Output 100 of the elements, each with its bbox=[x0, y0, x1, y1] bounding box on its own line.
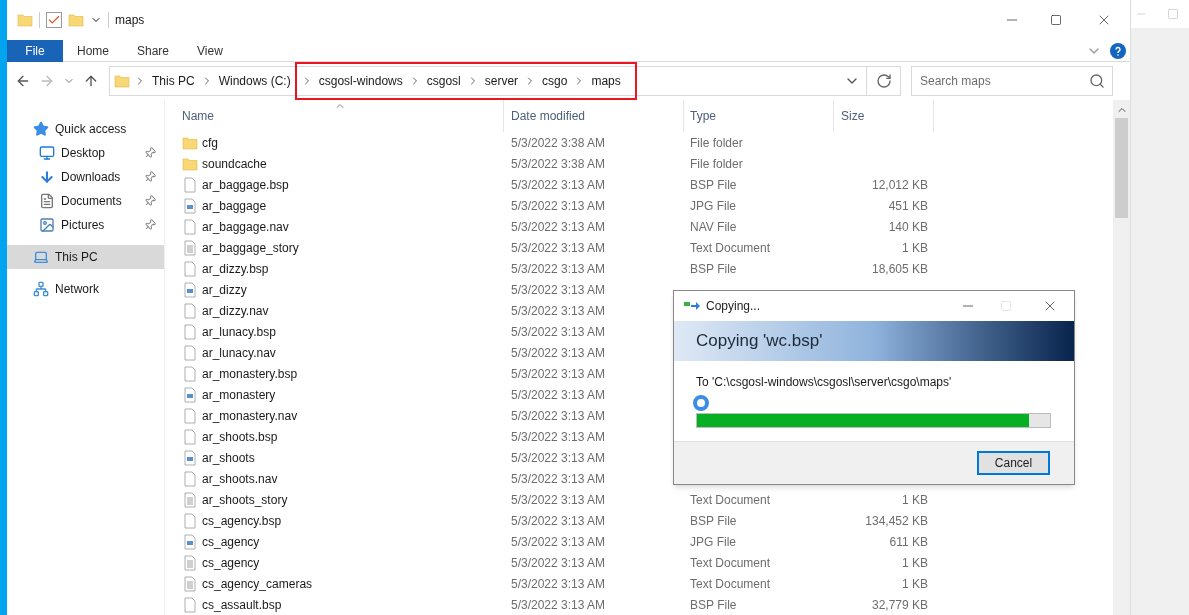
help-icon[interactable] bbox=[1110, 42, 1126, 59]
column-header[interactable]: Name bbox=[177, 100, 504, 132]
table-cell-text: JPG File bbox=[689, 197, 737, 215]
text-file-icon bbox=[182, 575, 198, 592]
table-cell-text: 1 KB bbox=[901, 239, 928, 257]
sidebar-item[interactable]: This PC bbox=[7, 245, 164, 269]
table-cell-text: File folder bbox=[689, 134, 744, 152]
table-cell-text: 140 KB bbox=[887, 218, 928, 236]
scroll-thumb[interactable] bbox=[1115, 118, 1128, 218]
file-name[interactable]: cs_agency.bsp bbox=[202, 511, 282, 530]
refresh-icon bbox=[875, 73, 892, 89]
file-name[interactable]: ar_lunacy.nav bbox=[202, 343, 276, 362]
sidebar-item[interactable]: Pictures bbox=[7, 213, 164, 237]
copy-icon bbox=[684, 300, 700, 312]
destination-text: To 'C:\csgosl-windows\csgosl\server\csgo\maps' bbox=[696, 374, 953, 391]
download-icon bbox=[39, 169, 55, 185]
table-cell-text: 1 KB bbox=[901, 491, 928, 509]
column-header[interactable]: Date modified bbox=[504, 100, 684, 132]
scrollbar[interactable] bbox=[1113, 100, 1130, 615]
file-icon bbox=[182, 428, 198, 445]
picture-icon bbox=[39, 217, 55, 233]
computer-icon bbox=[33, 249, 49, 265]
text-file-icon bbox=[182, 491, 198, 508]
table-cell-text: 5/3/2022 3:13 AM bbox=[510, 302, 607, 320]
ribbon-tab[interactable]: View bbox=[183, 39, 237, 62]
table-cell-text: 611 KB bbox=[888, 533, 928, 551]
table-cell-text: 5/3/2022 3:13 AM bbox=[510, 386, 607, 404]
sidebar-item[interactable]: Desktop bbox=[7, 141, 164, 165]
table-cell-text: 5/3/2022 3:13 AM bbox=[510, 323, 607, 341]
file-icon bbox=[182, 260, 198, 277]
file-name[interactable]: ar_monastery.nav bbox=[202, 406, 298, 425]
file-name[interactable]: ar_baggage bbox=[202, 196, 267, 215]
table-cell-text: 5/3/2022 3:13 AM bbox=[510, 533, 607, 551]
file-icon bbox=[182, 470, 198, 487]
sidebar-item[interactable]: Network bbox=[7, 277, 164, 301]
table-cell-text: 5/3/2022 3:13 AM bbox=[510, 491, 607, 509]
table-cell-text: Text Document bbox=[689, 491, 772, 509]
file-name[interactable]: cs_agency bbox=[202, 532, 260, 551]
file-name[interactable]: ar_shoots_story bbox=[202, 490, 288, 509]
file-name[interactable]: ar_shoots bbox=[202, 448, 255, 467]
ribbon-tab[interactable]: Home bbox=[63, 39, 123, 62]
text-file-icon bbox=[182, 554, 198, 571]
file-name[interactable]: ar_baggage.bsp bbox=[202, 175, 289, 194]
star-icon bbox=[33, 121, 49, 137]
file-name[interactable]: ar_dizzy.bsp bbox=[202, 259, 269, 278]
table-cell-text: 5/3/2022 3:13 AM bbox=[510, 512, 607, 530]
file-name[interactable]: ar_dizzy.nav bbox=[202, 301, 269, 320]
breadcrumb-item[interactable]: server bbox=[482, 72, 521, 90]
table-cell-text: 12,012 KB bbox=[870, 176, 928, 194]
breadcrumb-item[interactable]: Windows (C:) bbox=[216, 72, 293, 90]
maximize-icon[interactable] bbox=[1050, 14, 1062, 26]
file-name[interactable]: ar_shoots.bsp bbox=[202, 427, 278, 446]
table-cell-text: 5/3/2022 3:13 AM bbox=[510, 596, 607, 614]
file-name[interactable]: ar_shoots.nav bbox=[202, 469, 278, 488]
breadcrumb-item[interactable]: csgosl-windows bbox=[316, 72, 405, 90]
file-name[interactable]: ar_monastery bbox=[202, 385, 276, 404]
table-cell-text: 134,452 KB bbox=[864, 512, 928, 530]
image-file-icon bbox=[182, 281, 198, 298]
folder-icon bbox=[182, 155, 198, 172]
table-cell-text: 5/3/2022 3:13 AM bbox=[510, 554, 607, 572]
file-icon bbox=[182, 323, 198, 340]
table-cell-text: BSP File bbox=[689, 176, 738, 194]
ribbon-tab[interactable]: Share bbox=[123, 39, 184, 62]
file-name[interactable]: soundcache bbox=[202, 154, 267, 173]
file-name[interactable]: ar_dizzy bbox=[202, 280, 247, 299]
breadcrumb-item[interactable]: csgosl bbox=[424, 72, 463, 90]
breadcrumb-item[interactable]: maps bbox=[589, 72, 623, 90]
file-name[interactable]: cs_assault.bsp bbox=[202, 595, 282, 614]
sidebar-item[interactable]: Documents bbox=[7, 189, 164, 213]
text-file-icon bbox=[182, 239, 198, 256]
table-cell-text: 1 KB bbox=[901, 575, 928, 593]
maximize-icon bbox=[1000, 300, 1012, 312]
table-cell-text: 5/3/2022 3:13 AM bbox=[510, 260, 607, 278]
up-icon[interactable] bbox=[83, 73, 99, 89]
file-name[interactable]: cs_agency bbox=[202, 553, 260, 572]
file-icon bbox=[182, 512, 198, 529]
dialog-heading: Copying 'wc.bsp' bbox=[696, 330, 823, 353]
table-cell-text: 5/3/2022 3:38 AM bbox=[510, 134, 607, 152]
breadcrumb-item[interactable]: This PC bbox=[150, 72, 197, 90]
file-icon bbox=[182, 218, 198, 235]
file-name[interactable]: ar_lunacy.bsp bbox=[202, 322, 276, 341]
cancel-button[interactable]: Cancel bbox=[977, 451, 1050, 475]
table-cell-text: Text Document bbox=[689, 554, 772, 572]
file-name[interactable]: ar_baggage.nav bbox=[202, 217, 289, 236]
file-name[interactable]: ar_monastery.bsp bbox=[202, 364, 298, 383]
properties-icon[interactable] bbox=[46, 12, 62, 28]
dialog-title: Copying... bbox=[706, 298, 761, 315]
file-name[interactable]: cs_agency_cameras bbox=[202, 574, 313, 593]
search-field[interactable]: Search maps bbox=[911, 66, 1113, 96]
back-icon[interactable] bbox=[15, 73, 31, 89]
file-tab[interactable]: File bbox=[7, 39, 63, 62]
network-icon bbox=[33, 281, 49, 297]
sidebar-item[interactable]: Quick access bbox=[7, 117, 164, 141]
column-header[interactable]: Size bbox=[834, 100, 934, 132]
file-name[interactable]: ar_baggage_story bbox=[202, 238, 299, 257]
file-name[interactable]: cfg bbox=[202, 133, 218, 152]
table-cell-text: 451 KB bbox=[887, 197, 928, 215]
column-header[interactable]: Type bbox=[684, 100, 834, 132]
breadcrumb-item[interactable]: csgo bbox=[540, 72, 570, 90]
sidebar-item[interactable]: Downloads bbox=[7, 165, 164, 189]
